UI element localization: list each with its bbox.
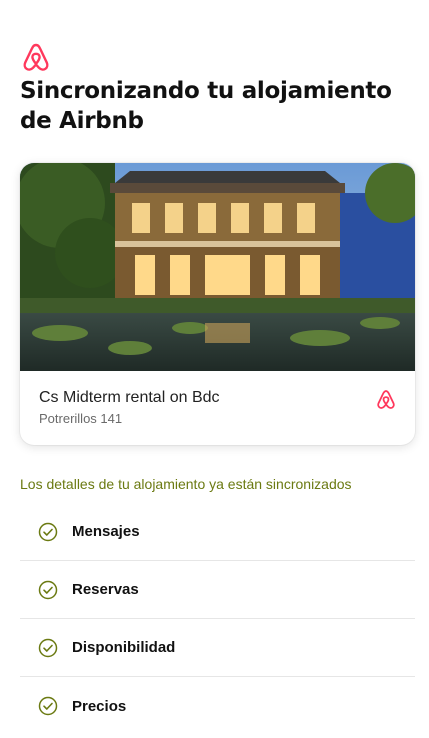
check-circle-icon — [38, 696, 58, 716]
listing-address: Potrerillos 141 — [39, 411, 123, 426]
list-item-disponibilidad: Disponibilidad — [20, 619, 415, 677]
airbnb-logo-icon — [23, 43, 49, 71]
airbnb-logo-icon — [377, 390, 395, 409]
item-label: Reservas — [72, 581, 139, 598]
listing-card[interactable]: Cs Midterm rental on Bdc Potrerillos 141 — [20, 163, 415, 445]
item-label: Precios — [72, 697, 127, 715]
check-circle-icon — [38, 638, 58, 657]
list-item-precios: Precios — [20, 677, 415, 735]
list-item-reservas: Reservas — [20, 561, 415, 619]
item-label: Mensajes — [72, 523, 140, 540]
item-label: Disponibilidad — [72, 639, 176, 656]
listing-name: Cs Midterm rental on Bdc — [39, 389, 220, 406]
page-title: Sincronizando tu alojamiento de Airbnb — [20, 78, 392, 134]
sync-page: Sincronizando tu alojamiento de Airbnb C… — [0, 0, 429, 738]
listing-photo — [20, 163, 415, 371]
check-circle-icon — [38, 522, 58, 541]
sync-status-note: Los detalles de tu alojamiento ya están … — [20, 476, 352, 492]
check-circle-icon — [38, 580, 58, 599]
synced-items-list: Mensajes Reservas Disponibilidad Precios — [20, 503, 415, 735]
list-item-mensajes: Mensajes — [20, 503, 415, 561]
